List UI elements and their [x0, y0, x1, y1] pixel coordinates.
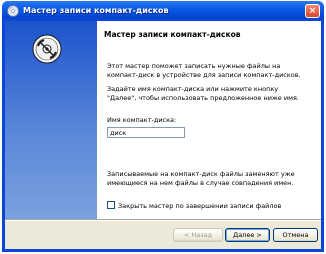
warning-line: имеющиеся на нем файлы в случае совпаден…: [107, 179, 294, 187]
footer-divider: [5, 219, 321, 221]
warning-text: Записываемые на компакт-диск файлы замен…: [107, 170, 295, 188]
instruction-line: "Далее", чтобы использовать предложенное…: [107, 94, 299, 102]
title-bar[interactable]: Мастер записи компакт-дисков ×: [2, 1, 324, 21]
page-title: Мастер записи компакт-дисков: [104, 30, 241, 39]
window-title: Мастер записи компакт-дисков: [23, 6, 169, 15]
cd-write-icon: [7, 5, 19, 17]
intro-line: Этот мастер поможет записать нужные файл…: [107, 62, 281, 70]
close-wizard-checkbox[interactable]: [107, 201, 115, 209]
disc-name-label: Имя компакт-диска:: [107, 116, 177, 124]
instruction-text: Задайте имя компакт-диска или нажмите кн…: [107, 85, 299, 103]
disc-name-input[interactable]: [107, 127, 185, 138]
intro-text: Этот мастер поможет записать нужные файл…: [107, 62, 301, 80]
close-wizard-option[interactable]: Закрыть мастер по завершении записи файл…: [107, 201, 281, 210]
dialog-body: Мастер записи компакт-дисков Этот мастер…: [5, 21, 321, 249]
back-button[interactable]: < Назад: [173, 228, 223, 242]
cd-disc-icon: [32, 34, 62, 64]
cancel-button[interactable]: Отмена: [273, 228, 318, 242]
close-wizard-checkbox-label: Закрыть мастер по завершении записи файл…: [118, 202, 282, 210]
next-button[interactable]: Далее >: [225, 228, 270, 242]
wizard-window: Мастер записи компакт-дисков × Мастер за…: [2, 1, 324, 252]
close-button[interactable]: ×: [305, 4, 320, 18]
intro-line: компакт-диск в устройстве для записи ком…: [107, 71, 301, 79]
warning-line: Записываемые на компакт-диск файлы замен…: [107, 170, 295, 178]
instruction-line: Задайте имя компакт-диска или нажмите кн…: [107, 85, 279, 93]
wizard-sidebar: [5, 21, 97, 219]
wizard-content: Мастер записи компакт-дисков Этот мастер…: [97, 21, 321, 219]
